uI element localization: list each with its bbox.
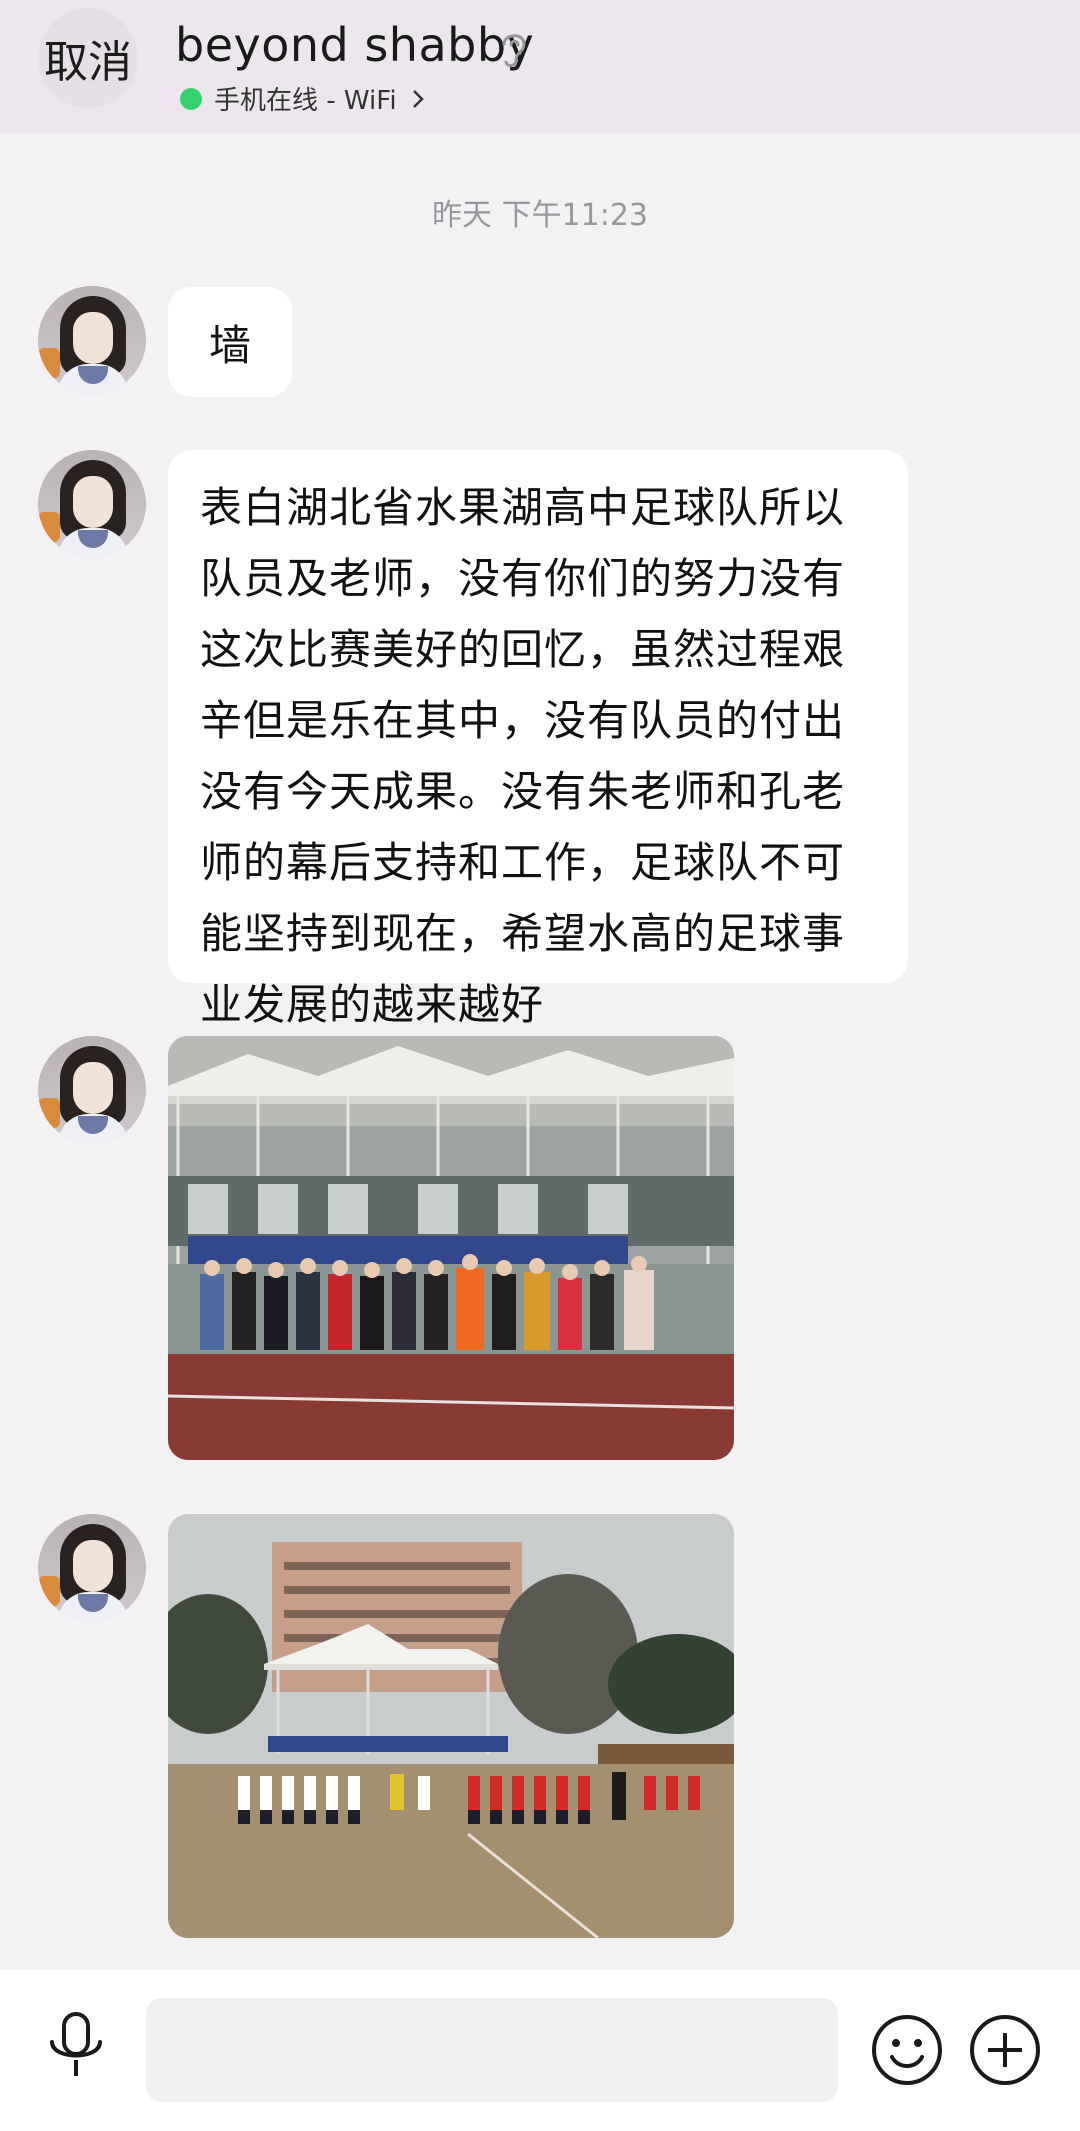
message-bubble[interactable]: 表白湖北省水果湖高中足球队所以队员及老师，没有你们的努力没有这次比赛美好的回忆，… — [168, 450, 908, 1029]
ear-icon — [502, 34, 526, 68]
avatar[interactable] — [38, 1036, 146, 1144]
message-bubble[interactable]: 墙 — [168, 287, 292, 397]
chevron-right-icon — [412, 89, 424, 108]
avatar[interactable] — [38, 286, 146, 394]
avatar[interactable] — [38, 1514, 146, 1622]
chat-header: 取消 beyond shabby 手机在线 - WiFi — [0, 0, 1080, 134]
microphone-icon[interactable] — [44, 2010, 108, 2082]
message-input[interactable] — [146, 1998, 838, 2102]
status-text: 手机在线 - WiFi — [214, 86, 397, 116]
team-group-photo[interactable] — [168, 1036, 734, 1460]
online-dot-icon — [180, 87, 202, 110]
message-timestamp: 昨天 下午11:23 — [432, 198, 648, 233]
avatar[interactable] — [38, 450, 146, 558]
cancel-button[interactable]: 取消 — [38, 8, 138, 108]
online-status[interactable]: 手机在线 - WiFi — [180, 80, 425, 117]
emoji-icon[interactable] — [870, 2013, 944, 2087]
plus-icon[interactable] — [968, 2013, 1042, 2087]
match-field-photo[interactable] — [168, 1514, 734, 1938]
contact-name[interactable]: beyond shabby — [175, 18, 534, 72]
